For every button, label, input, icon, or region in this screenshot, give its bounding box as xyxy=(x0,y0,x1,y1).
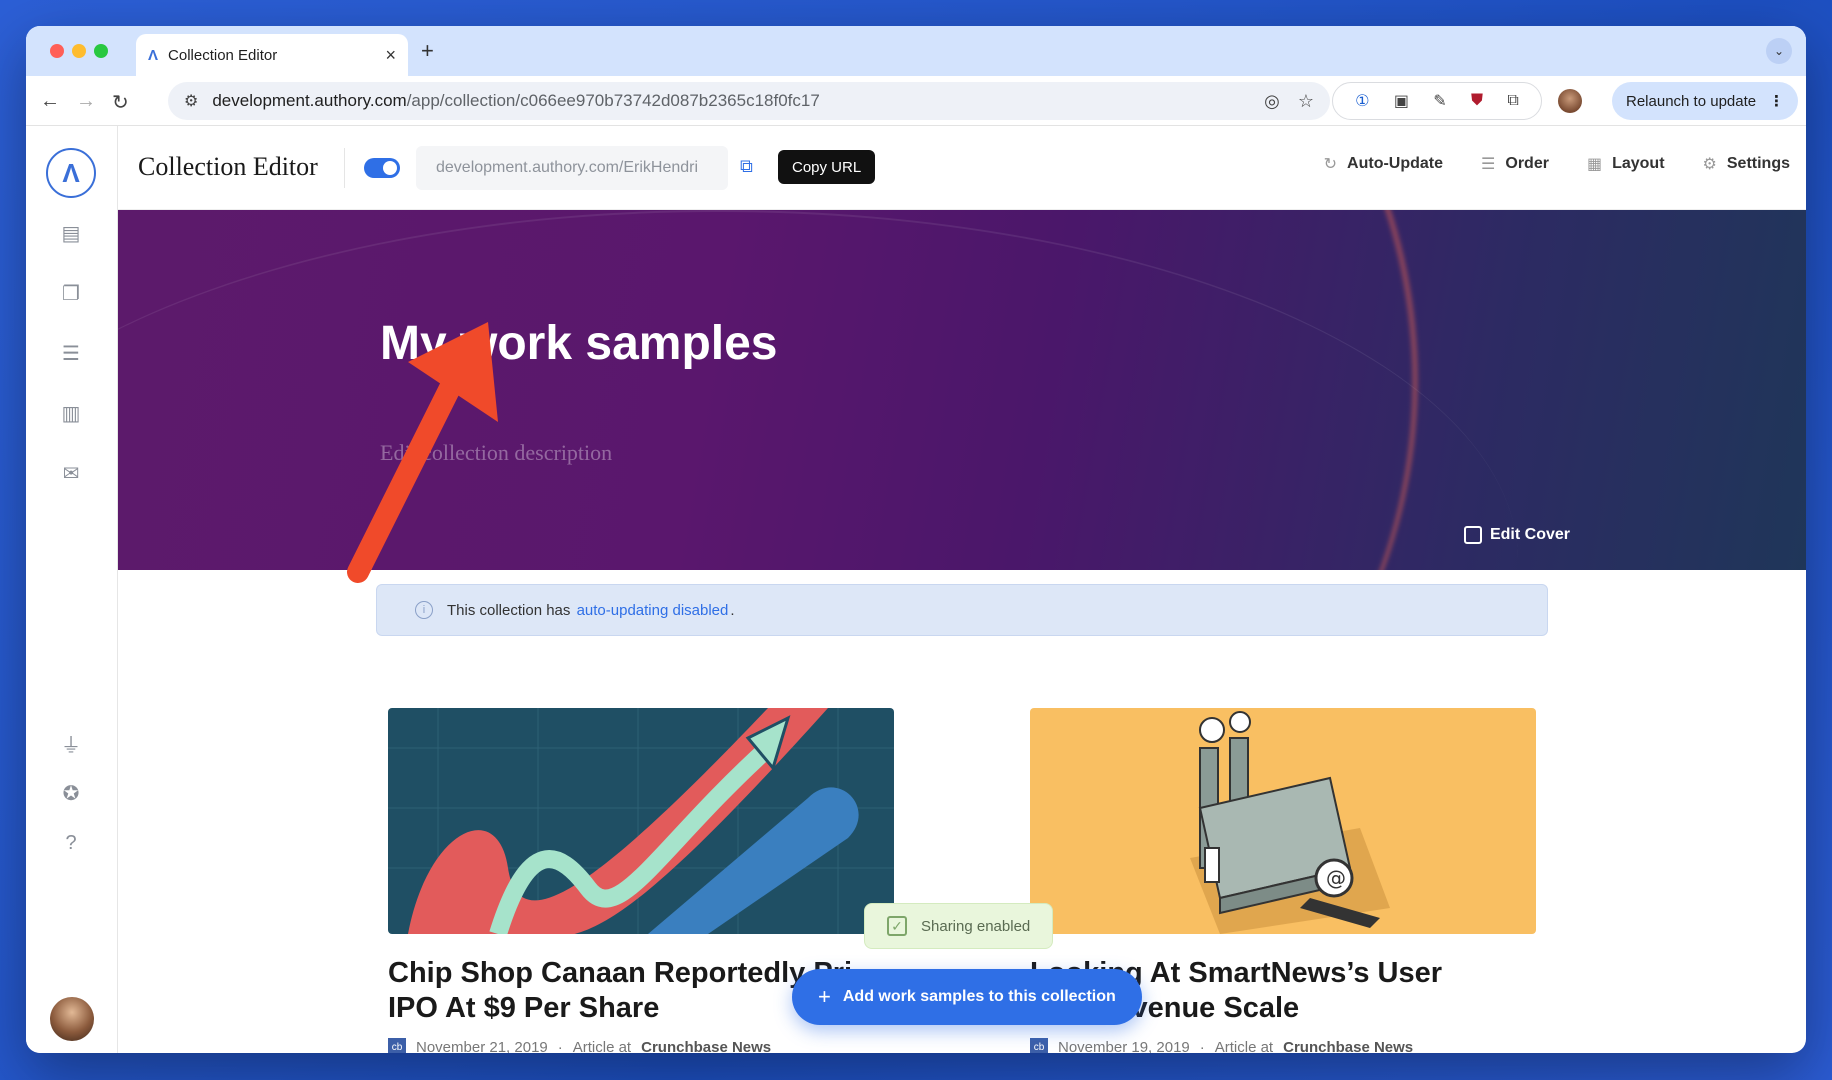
bookmark-star-icon[interactable]: ☆ xyxy=(1298,91,1314,112)
plug-icon[interactable]: ⏚ xyxy=(58,730,84,757)
browser-tab[interactable]: Λ Collection Editor × xyxy=(136,34,408,76)
gear-icon: ⚙ xyxy=(1702,156,1717,173)
plus-icon: + xyxy=(818,984,831,1009)
authory-logo-icon[interactable]: Λ xyxy=(46,148,96,198)
list-icon: ☰ xyxy=(1481,156,1496,173)
source-badge-icon: cb xyxy=(388,1038,406,1053)
article-source: Crunchbase News xyxy=(1283,1038,1414,1054)
svg-text:@: @ xyxy=(1326,866,1346,890)
extensions-group: ① ▣ ✎ ⛊ ⧉ xyxy=(1332,82,1542,120)
tab-search-chevron-icon[interactable]: ⌄ xyxy=(1766,38,1792,64)
article-meta: cb November 19, 2019 · Article at Crunch… xyxy=(1030,1038,1536,1053)
collections-icon[interactable]: ❐ xyxy=(58,280,84,306)
auto-update-label: Auto-Update xyxy=(1347,155,1444,172)
red-arrow-annotation-icon xyxy=(347,322,498,583)
editor-header: Collection Editor development.authory.co… xyxy=(118,126,1806,210)
add-work-samples-label: Add work samples to this collection xyxy=(842,988,1116,1005)
meta-separator: · xyxy=(557,1038,563,1054)
share-url-field[interactable]: development.authory.com/ErikHendri xyxy=(416,146,728,190)
analytics-icon[interactable]: ▥ xyxy=(58,400,84,426)
address-bar[interactable]: ⚙ development.authory.com/app/collection… xyxy=(168,82,1330,120)
article-date: November 19, 2019 xyxy=(1058,1038,1190,1054)
shield-icon[interactable]: ⛊ xyxy=(1471,92,1483,110)
auto-update-info-banner: i This collection has auto-updating disa… xyxy=(376,584,1548,636)
meta-separator: · xyxy=(1199,1038,1205,1054)
relaunch-button[interactable]: Relaunch to update ⋮ xyxy=(1612,82,1798,120)
new-tab-button[interactable]: + xyxy=(421,38,434,64)
sharing-toggle[interactable] xyxy=(364,158,400,178)
puzzle-icon[interactable]: ⧉ xyxy=(1507,92,1518,110)
layout-label: Layout xyxy=(1612,155,1665,172)
info-text: This collection has xyxy=(447,601,571,619)
source-badge-icon: cb xyxy=(1030,1038,1048,1053)
close-window-button[interactable] xyxy=(50,44,64,58)
growth-chart-illustration xyxy=(388,708,894,934)
camera-icon[interactable]: ▣ xyxy=(1394,91,1409,111)
header-actions: ↻ Auto-Update ☰ Order ▦ Layout ⚙ Setting… xyxy=(1324,154,1790,174)
eye-off-icon[interactable]: ◎ xyxy=(1264,91,1280,112)
checkbox-check-icon: ✓ xyxy=(887,916,907,936)
sidebar: Λ ▤ ❐ ☰ ▥ ✉ ⏚ ✪ ? xyxy=(26,126,118,1053)
auto-update-button[interactable]: ↻ Auto-Update xyxy=(1324,154,1443,174)
tab-strip: Λ Collection Editor × + ⌄ xyxy=(26,26,1806,76)
forward-arrow-icon[interactable]: → xyxy=(76,90,96,113)
eyedropper-icon[interactable]: ✎ xyxy=(1433,91,1446,111)
info-text-end: . xyxy=(730,601,735,619)
browser-toolbar: ← → ↻ ⚙ development.authory.com/app/coll… xyxy=(26,76,1806,126)
site-settings-icon[interactable]: ⚙ xyxy=(184,91,198,111)
toast-text: Sharing enabled xyxy=(921,917,1031,935)
layout-button[interactable]: ▦ Layout xyxy=(1587,154,1665,174)
sharing-enabled-toast: ✓ Sharing enabled xyxy=(864,903,1054,949)
page-title: Collection Editor xyxy=(138,152,318,181)
relaunch-label: Relaunch to update xyxy=(1626,92,1757,110)
article-type: Article at xyxy=(572,1038,632,1054)
authory-favicon-icon: Λ xyxy=(148,46,159,64)
article-source: Crunchbase News xyxy=(641,1038,772,1054)
factory-illustration: @ xyxy=(1190,711,1390,934)
article-date: November 21, 2019 xyxy=(416,1038,548,1054)
browser-window: Λ Collection Editor × + ⌄ ← → ↻ ⚙ develo… xyxy=(26,26,1806,1053)
more-menu-icon[interactable]: ⋮ xyxy=(1769,92,1784,110)
edit-cover-button[interactable]: Edit Cover xyxy=(1463,526,1570,544)
app-container: Λ ▤ ❐ ☰ ▥ ✉ ⏚ ✪ ? Collection Editor deve… xyxy=(26,126,1806,1053)
settings-button[interactable]: ⚙ Settings xyxy=(1703,154,1790,174)
portfolio-icon[interactable]: ▤ xyxy=(58,220,84,246)
url-host: development.authory.com xyxy=(212,91,407,110)
back-arrow-icon[interactable]: ← xyxy=(40,90,60,113)
grid-icon: ▦ xyxy=(1586,156,1603,173)
help-icon[interactable]: ? xyxy=(58,830,84,856)
auto-updating-link[interactable]: auto-updating disabled xyxy=(577,602,729,619)
window-controls xyxy=(50,44,108,58)
award-icon[interactable]: ✪ xyxy=(58,780,84,806)
header-divider xyxy=(344,148,345,188)
tab-title: Collection Editor xyxy=(168,46,278,64)
copy-url-tooltip: Copy URL xyxy=(778,150,876,184)
article-thumbnail xyxy=(388,708,894,934)
order-button[interactable]: ☰ Order xyxy=(1481,154,1549,174)
image-icon xyxy=(1463,526,1482,544)
mail-icon[interactable]: ✉ xyxy=(58,460,84,486)
user-avatar[interactable] xyxy=(50,997,94,1041)
article-type: Article at xyxy=(1214,1038,1274,1054)
profile-avatar[interactable] xyxy=(1558,89,1582,113)
password-manager-icon[interactable]: ① xyxy=(1355,91,1369,111)
order-label: Order xyxy=(1505,155,1549,172)
edit-cover-label: Edit Cover xyxy=(1489,526,1570,543)
maximize-window-button[interactable] xyxy=(94,44,108,58)
url-path: /app/collection/c066ee970b73742d087b2365… xyxy=(406,91,820,110)
tab-close-icon[interactable]: × xyxy=(385,45,396,66)
article-meta: cb November 21, 2019 · Article at Crunch… xyxy=(388,1038,894,1053)
copy-icon[interactable]: ⧉ xyxy=(740,156,753,177)
info-icon: i xyxy=(415,601,433,619)
content-icon[interactable]: ☰ xyxy=(58,340,84,366)
add-work-samples-button[interactable]: + Add work samples to this collection xyxy=(792,969,1142,1025)
minimize-window-button[interactable] xyxy=(72,44,86,58)
main-content: Collection Editor development.authory.co… xyxy=(118,126,1806,1053)
reload-icon[interactable]: ↻ xyxy=(112,90,129,115)
article-thumbnail: @ xyxy=(1030,708,1536,934)
settings-label: Settings xyxy=(1726,155,1790,172)
refresh-icon: ↻ xyxy=(1323,156,1338,173)
